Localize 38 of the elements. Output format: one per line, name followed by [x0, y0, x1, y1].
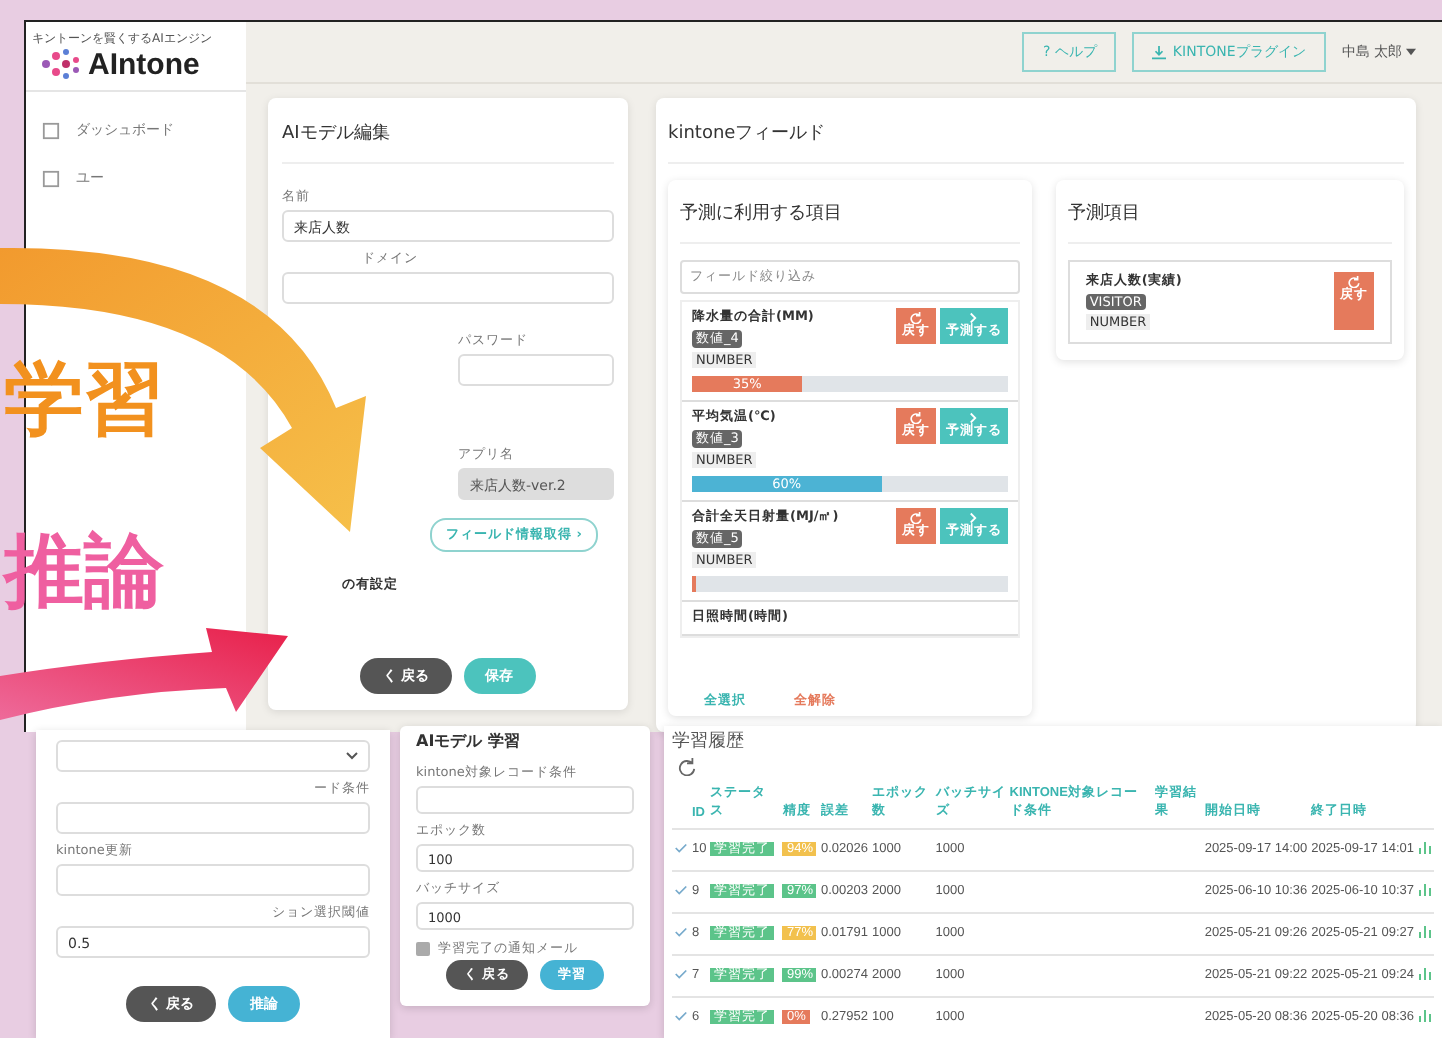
download-icon: [1152, 45, 1167, 59]
domain-field[interactable]: [282, 272, 614, 304]
panel-title: 予測項目: [1067, 180, 1392, 244]
caret-icon[interactable]: [1406, 48, 1416, 56]
chevron-icon: [968, 412, 979, 424]
check-icon: [674, 967, 688, 979]
refresh-icon: [1348, 276, 1360, 288]
sidebar-item-icon: [42, 169, 60, 187]
panel-title: AIモデル 学習: [416, 730, 522, 754]
check-icon: [674, 1009, 688, 1021]
chevron-icon: [968, 312, 979, 324]
select-field[interactable]: [56, 740, 370, 772]
refresh-icon: [909, 412, 922, 424]
card-title: AIモデル編集: [282, 98, 614, 164]
bar-chart-icon[interactable]: [1417, 1009, 1432, 1021]
chevron-down-icon: [346, 752, 358, 760]
update-field[interactable]: [56, 864, 370, 896]
sidebar-item-icon: [42, 121, 60, 139]
condition-field[interactable]: [416, 786, 634, 814]
bar-chart-icon[interactable]: [1417, 925, 1432, 937]
condition-field[interactable]: [56, 802, 370, 834]
check-icon: [674, 883, 688, 895]
panel-title: 予測に利用する項目: [680, 180, 1020, 244]
notify-checkbox[interactable]: [416, 942, 430, 956]
panel-title: 学習履歴: [672, 729, 746, 756]
chevron-icon: [968, 512, 979, 524]
check-icon: [674, 841, 688, 853]
bar-chart-icon[interactable]: [1417, 967, 1432, 979]
bar-chart-icon[interactable]: [1417, 883, 1432, 895]
password-field[interactable]: [458, 354, 614, 386]
refresh-icon: [909, 312, 922, 324]
logo-wordmark: AIntone: [88, 49, 200, 79]
dots-logo-icon: [40, 48, 84, 80]
bar-chart-icon[interactable]: [1417, 841, 1432, 853]
card-title: kintoneフィールド: [668, 98, 1404, 164]
refresh-icon[interactable]: [678, 758, 696, 776]
check-icon: [674, 925, 688, 937]
refresh-icon: [909, 512, 922, 524]
